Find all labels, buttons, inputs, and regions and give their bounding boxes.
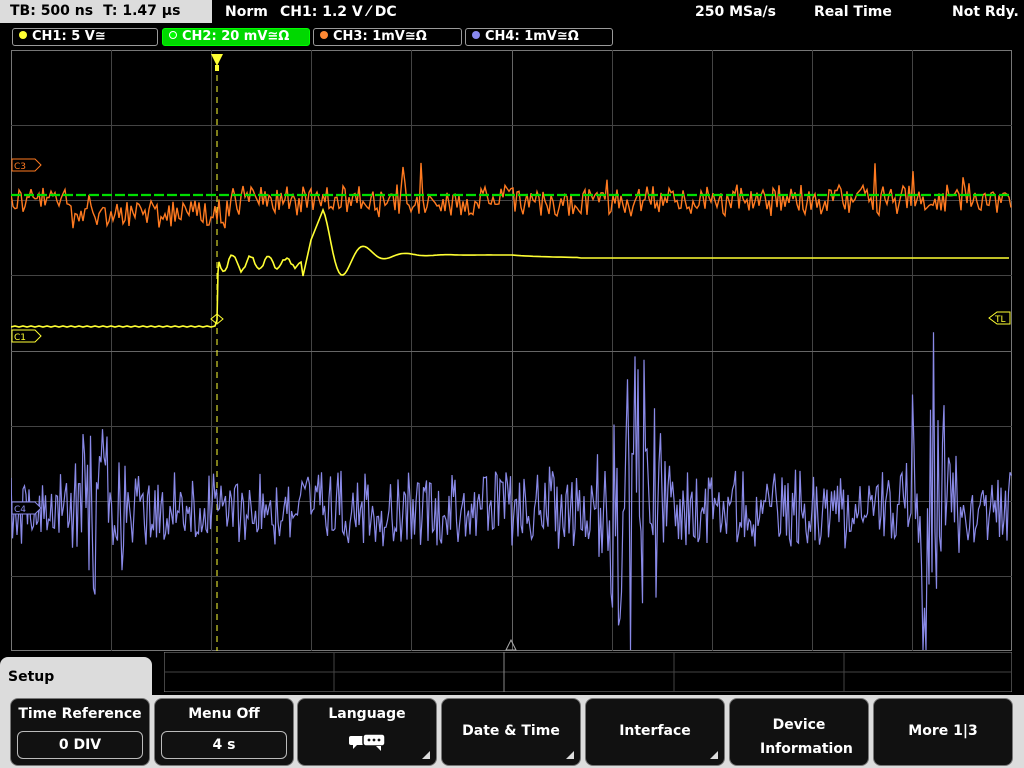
ch3-marker-label: C3 [14, 162, 26, 172]
setup-tab[interactable]: Setup [0, 657, 152, 697]
speech-bubble-icon [349, 733, 386, 751]
device-information-label: Device Information [760, 717, 853, 757]
channel-bar: CH1: 5 V≅ CH2: 20 mV≅Ω CH3: 1mV≅Ω CH4: 1… [0, 25, 1024, 49]
channel-3-tab[interactable]: CH3: 1mV≅Ω [313, 28, 462, 46]
channel-4-label: CH4: 1mV≅Ω [485, 29, 579, 44]
trigger-time-value: T: 1.47 µs [103, 3, 181, 19]
language-label: Language [328, 706, 406, 722]
ch3-dot-icon [320, 31, 328, 39]
graticule [11, 50, 1012, 651]
more-button[interactable]: More 1|3 [873, 698, 1013, 766]
time-reference-label: Time Reference [18, 706, 142, 722]
submenu-corner-icon [422, 751, 430, 759]
ch2-dot-icon [169, 31, 177, 39]
lower-strip [164, 652, 1012, 692]
trigger-position-icon[interactable] [211, 54, 223, 66]
ch1-waveform [11, 207, 1009, 328]
trigger-time-marker[interactable] [211, 54, 223, 651]
ch1-ground-marker[interactable]: C1 [11, 329, 42, 343]
language-button[interactable]: Language [297, 698, 437, 766]
channel-3-label: CH3: 1mV≅Ω [333, 29, 427, 44]
ch4-ground-marker[interactable]: C4 [11, 501, 42, 515]
interface-button[interactable]: Interface [585, 698, 725, 766]
submenu-corner-icon [710, 751, 718, 759]
interface-label: Interface [619, 723, 691, 739]
trigger-mode[interactable]: Norm [225, 0, 268, 24]
submenu-corner-icon [566, 751, 574, 759]
ready-state: Not Rdy. [952, 4, 1019, 20]
channel-2-tab[interactable]: CH2: 20 mV≅Ω [162, 28, 310, 46]
menu-off-value: 4 s [161, 731, 287, 759]
timebase-box[interactable]: TB: 500 ns T: 1.47 µs [0, 0, 212, 23]
channel-1-label: CH1: 5 V≅ [32, 29, 106, 44]
date-time-button[interactable]: Date & Time [441, 698, 581, 766]
ch4-dot-icon [472, 31, 480, 39]
channel-2-label: CH2: 20 mV≅Ω [182, 29, 290, 44]
menu-off-button[interactable]: Menu Off 4 s [154, 698, 294, 766]
ch4-waveform [11, 332, 1012, 651]
menu-off-label: Menu Off [188, 706, 260, 722]
channel-1-tab[interactable]: CH1: 5 V≅ [12, 28, 158, 46]
channel-4-tab[interactable]: CH4: 1mV≅Ω [465, 28, 613, 46]
ch1-dot-icon [19, 31, 27, 39]
trigger-source[interactable]: CH1: 1.2 V ⁄ DC [280, 0, 397, 24]
ch4-marker-label: C4 [14, 505, 26, 515]
sample-rate: 250 MSa/s [695, 4, 777, 20]
timebase-value: TB: 500 ns [10, 3, 94, 19]
date-time-label: Date & Time [462, 723, 560, 739]
trigger-level-marker[interactable]: TL [988, 311, 1011, 325]
time-reference-value: 0 DIV [17, 731, 143, 759]
waveform-display[interactable]: C3 C1 C4 TL [11, 50, 1012, 651]
acquisition-mode: Real Time [814, 4, 892, 20]
ch1-marker-label: C1 [14, 333, 26, 343]
trigger-level-label: TL [994, 315, 1006, 325]
more-label: More 1|3 [908, 723, 978, 739]
time-reference-icon [505, 638, 517, 651]
status-bar: TB: 500 ns T: 1.47 µs Norm CH1: 1.2 V ⁄ D… [0, 0, 1024, 24]
time-reference-button[interactable]: Time Reference 0 DIV [10, 698, 150, 766]
ch3-ground-marker[interactable]: C3 [11, 158, 42, 172]
device-information-button[interactable]: Device Information [729, 698, 869, 766]
